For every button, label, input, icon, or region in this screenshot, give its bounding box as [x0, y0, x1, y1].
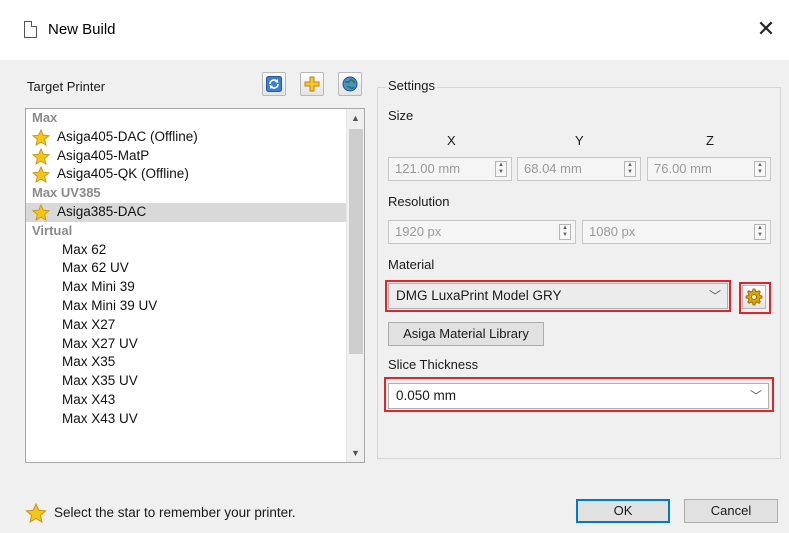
- size-x-field[interactable]: 121.00 mm ▲ ▼: [388, 157, 512, 181]
- resolution-height-field[interactable]: 1080 px ▲ ▼: [582, 220, 771, 244]
- refresh-button[interactable]: [262, 72, 286, 96]
- printer-list[interactable]: Max Asiga405-DAC (Offline) Asiga405-MatP As…: [25, 108, 365, 463]
- printer-list-item[interactable]: Asiga405-DAC (Offline): [26, 128, 364, 147]
- footer-hint: Select the star to remember your printer…: [54, 505, 296, 520]
- printer-item-label: Asiga405-MatP: [57, 147, 150, 163]
- globe-icon: [342, 76, 358, 92]
- printer-list-item[interactable]: Max 62: [26, 241, 364, 260]
- printer-item-label: Asiga405-QK (Offline): [57, 166, 189, 182]
- material-library-button[interactable]: Asiga Material Library: [388, 322, 544, 346]
- add-printer-button[interactable]: [300, 72, 324, 96]
- axis-y-label: Y: [575, 133, 584, 148]
- size-x-value: 121.00 mm: [395, 161, 461, 176]
- resolution-label: Resolution: [388, 194, 450, 209]
- settings-legend: Settings: [386, 78, 437, 93]
- refresh-icon: [266, 76, 282, 92]
- printer-item-label: Max X43 UV: [62, 410, 138, 426]
- scroll-up-arrow[interactable]: ▲: [347, 109, 364, 127]
- star-icon[interactable]: [32, 147, 50, 165]
- slice-thickness-select[interactable]: 0.050 mm ﹀: [388, 383, 769, 409]
- network-button[interactable]: [338, 72, 362, 96]
- scroll-thumb[interactable]: [349, 129, 363, 354]
- printer-list-item[interactable]: Max X27 UV: [26, 335, 364, 354]
- printer-list-item[interactable]: Max Mini 39: [26, 278, 364, 297]
- printer-item-label: Max 62 UV: [62, 260, 129, 276]
- axis-z-label: Z: [706, 133, 714, 148]
- printer-list-item[interactable]: Max X27: [26, 316, 364, 335]
- star-icon[interactable]: [32, 128, 50, 146]
- resolution-height-value: 1080 px: [589, 224, 636, 239]
- size-y-value: 68.04 mm: [524, 161, 582, 176]
- printer-item-label: Max X27: [62, 316, 116, 332]
- size-y-field[interactable]: 68.04 mm ▲ ▼: [517, 157, 641, 181]
- size-z-stepper[interactable]: ▲ ▼: [754, 161, 766, 177]
- window-title: New Build: [48, 21, 116, 38]
- scrollbar[interactable]: ▲ ▼: [346, 109, 364, 462]
- resolution-width-field[interactable]: 1920 px ▲ ▼: [388, 220, 576, 244]
- printer-item-label: Asiga405-DAC (Offline): [57, 128, 198, 144]
- slice-thickness-value: 0.050 mm: [396, 388, 457, 403]
- size-z-field[interactable]: 76.00 mm ▲ ▼: [647, 157, 771, 181]
- printer-item-label: Max 62: [62, 241, 107, 257]
- printer-item-label: Max X27 UV: [62, 335, 138, 351]
- target-printer-label: Target Printer: [27, 79, 106, 94]
- printer-list-item[interactable]: Max X35: [26, 353, 364, 372]
- printer-list-item[interactable]: Max X35 UV: [26, 372, 364, 391]
- material-select[interactable]: DMG LuxaPrint Model GRY ﹀: [388, 283, 728, 309]
- resolution-width-value: 1920 px: [395, 224, 442, 239]
- star-icon[interactable]: [32, 166, 50, 184]
- chevron-down-icon: ﹀: [749, 389, 762, 403]
- printer-item-label: Max Mini 39: [62, 279, 135, 295]
- material-settings-button[interactable]: [742, 285, 766, 309]
- resolution-width-stepper[interactable]: ▲ ▼: [559, 224, 571, 240]
- size-label: Size: [388, 108, 414, 123]
- cancel-button[interactable]: Cancel: [684, 499, 778, 523]
- resolution-height-stepper[interactable]: ▲ ▼: [754, 224, 766, 240]
- printer-list-item[interactable]: Asiga385-DAC: [26, 202, 364, 222]
- star-icon: [25, 503, 47, 523]
- printer-item-label: Max Mini 39 UV: [62, 297, 158, 313]
- printer-group-header: Virtual: [32, 222, 73, 238]
- gear-icon: [745, 288, 763, 306]
- printer-list-item[interactable]: Max Mini 39 UV: [26, 297, 364, 316]
- size-x-stepper[interactable]: ▲ ▼: [495, 161, 507, 177]
- printer-group-header: Max: [32, 110, 58, 125]
- chevron-down-icon: ﹀: [708, 289, 721, 303]
- printer-item-label: Asiga385-DAC: [57, 203, 147, 219]
- printer-item-label: Max X43: [62, 391, 116, 407]
- printer-list-item[interactable]: Asiga405-QK (Offline): [26, 165, 364, 184]
- printer-item-label: Max X35 UV: [62, 373, 138, 389]
- add-icon: [304, 76, 320, 92]
- close-button[interactable]: ✕: [749, 12, 783, 46]
- title-bar: New Build ✕: [0, 0, 789, 60]
- printer-item-label: Max X35: [62, 354, 116, 370]
- printer-list-item[interactable]: Max X43 UV: [26, 410, 364, 429]
- axis-x-label: X: [447, 133, 456, 148]
- material-label: Material: [388, 257, 435, 272]
- ok-button[interactable]: OK: [576, 499, 670, 523]
- printer-list-item[interactable]: Asiga405-MatP: [26, 147, 364, 166]
- printer-list-item[interactable]: Max X43: [26, 391, 364, 410]
- slice-thickness-label: Slice Thickness: [388, 357, 479, 372]
- material-value: DMG LuxaPrint Model GRY: [396, 288, 562, 303]
- scroll-down-arrow[interactable]: ▼: [347, 444, 364, 462]
- star-icon[interactable]: [32, 203, 50, 221]
- size-y-stepper[interactable]: ▲ ▼: [624, 161, 636, 177]
- printer-group-header: Max UV385: [32, 185, 101, 201]
- printer-list-item[interactable]: Max 62 UV: [26, 259, 364, 278]
- document-icon: [24, 21, 37, 38]
- size-z-value: 76.00 mm: [654, 161, 712, 176]
